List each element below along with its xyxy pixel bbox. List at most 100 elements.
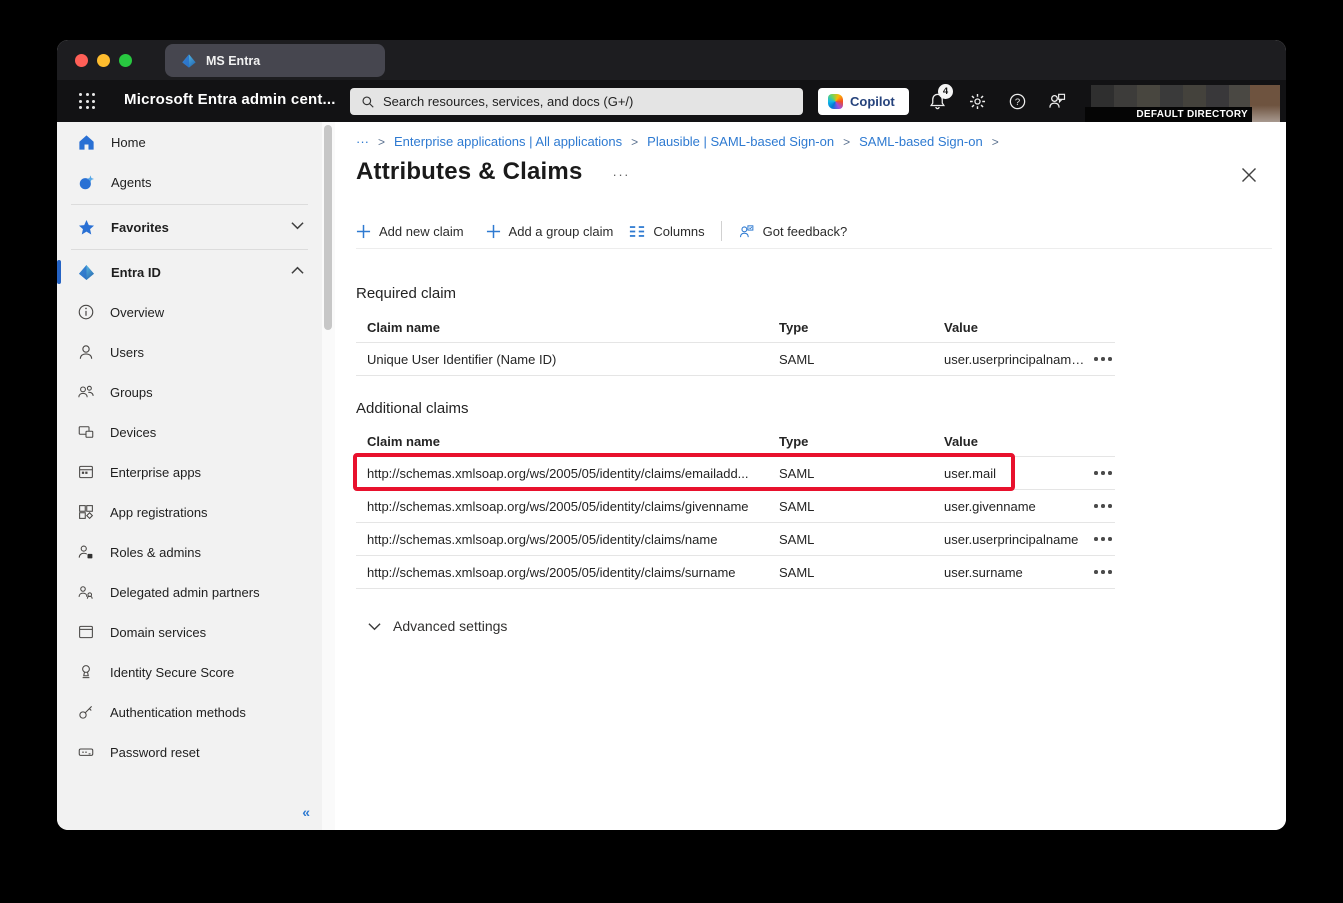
columns-button[interactable]: Columns	[629, 224, 704, 239]
advanced-settings-toggle[interactable]: Advanced settings	[368, 618, 507, 634]
feedback-person-icon	[738, 223, 755, 240]
gear-icon	[968, 92, 987, 111]
app-launcher-icon[interactable]	[79, 93, 96, 110]
help-icon: ?	[1008, 92, 1027, 111]
copilot-button[interactable]: Copilot	[818, 88, 909, 115]
table-row-emailaddress[interactable]: http://schemas.xmlsoap.org/ws/2005/05/id…	[356, 457, 1115, 490]
required-claim-table: Claim name Type Value Unique User Identi…	[356, 312, 1115, 376]
global-search-input[interactable]: Search resources, services, and docs (G+…	[350, 88, 803, 115]
copilot-logo-icon	[828, 94, 843, 109]
sidebar-item-favorites[interactable]: Favorites	[57, 207, 322, 247]
sidebar-item-enterprise-apps[interactable]: Enterprise apps	[57, 452, 322, 492]
secure-score-icon	[77, 663, 95, 681]
sidebar-divider	[71, 204, 308, 205]
got-feedback-button[interactable]: Got feedback?	[738, 223, 848, 240]
group-icon	[77, 383, 95, 401]
redacted-account-info	[1091, 85, 1252, 107]
chevron-down-icon	[291, 221, 304, 230]
delegated-admin-icon	[77, 583, 95, 601]
toolbar-divider	[721, 221, 722, 241]
col-claim-name: Claim name	[367, 320, 779, 335]
sidebar-nav: Home Agents Favorites	[57, 122, 322, 830]
sidebar-collapse-button[interactable]: «	[302, 804, 310, 820]
entra-header: Microsoft Entra admin cent... Search res…	[57, 80, 1286, 122]
app-registrations-icon	[77, 503, 95, 521]
required-claim-heading: Required claim	[356, 285, 456, 302]
close-pane-button[interactable]	[1240, 166, 1258, 184]
table-row-name[interactable]: http://schemas.xmlsoap.org/ws/2005/05/id…	[356, 523, 1115, 556]
breadcrumb: ··· > Enterprise applications | All appl…	[356, 134, 999, 149]
table-row-givenname[interactable]: http://schemas.xmlsoap.org/ws/2005/05/id…	[356, 490, 1115, 523]
table-header-row: Claim name Type Value	[356, 426, 1115, 457]
breadcrumb-saml-sign-on[interactable]: SAML-based Sign-on	[859, 134, 983, 149]
claims-toolbar: Add new claim Add a group claim	[356, 221, 847, 241]
roles-admins-icon	[77, 543, 95, 561]
sidebar-item-devices[interactable]: Devices	[57, 412, 322, 452]
copilot-label: Copilot	[850, 94, 895, 109]
enterprise-apps-icon	[77, 463, 95, 481]
columns-icon	[629, 225, 645, 238]
directory-label-bar: DEFAULT DIRECTORY	[1085, 107, 1252, 122]
zoom-window-button[interactable]	[119, 54, 132, 67]
devices-icon	[77, 423, 95, 441]
sidebar-item-app-registrations[interactable]: App registrations	[57, 492, 322, 532]
help-button[interactable]: ?	[1005, 89, 1029, 113]
breadcrumb-enterprise-applications[interactable]: Enterprise applications | All applicatio…	[394, 134, 622, 149]
sidebar-item-groups[interactable]: Groups	[57, 372, 322, 412]
directory-label: DEFAULT DIRECTORY	[1136, 109, 1248, 120]
row-menu-button[interactable]	[1094, 570, 1118, 574]
entra-id-icon	[77, 263, 96, 282]
sidebar-item-roles-admins[interactable]: Roles & admins	[57, 532, 322, 572]
star-icon	[77, 218, 96, 237]
sidebar-item-password-reset[interactable]: Password reset	[57, 732, 322, 772]
row-menu-button[interactable]	[1094, 504, 1118, 508]
sidebar-divider	[71, 249, 308, 250]
sidebar-scrollbar[interactable]	[322, 122, 335, 830]
notifications-button[interactable]: 4	[925, 89, 949, 113]
main-content: ··· > Enterprise applications | All appl…	[335, 122, 1286, 830]
minimize-window-button[interactable]	[97, 54, 110, 67]
svg-text:?: ?	[1014, 97, 1019, 108]
sidebar-item-home[interactable]: Home	[57, 122, 322, 162]
chevron-up-icon	[291, 266, 304, 275]
scrollbar-thumb[interactable]	[324, 125, 332, 330]
page-title: Attributes & Claims	[356, 158, 583, 186]
search-icon	[361, 95, 375, 109]
additional-claims-heading: Additional claims	[356, 400, 469, 417]
info-circle-icon	[77, 303, 95, 321]
key-icon	[77, 703, 95, 721]
table-row[interactable]: Unique User Identifier (Name ID) SAML us…	[356, 343, 1115, 376]
tab-title: MS Entra	[206, 54, 260, 68]
row-menu-button[interactable]	[1094, 471, 1118, 475]
breadcrumb-ellipsis[interactable]: ···	[356, 134, 369, 149]
sidebar-item-overview[interactable]: Overview	[57, 292, 322, 332]
page-title-more-button[interactable]: ···	[613, 167, 631, 182]
sidebar-item-entra-id[interactable]: Entra ID	[57, 252, 322, 292]
feedback-button[interactable]	[1045, 89, 1069, 113]
sidebar-item-authentication-methods[interactable]: Authentication methods	[57, 692, 322, 732]
breadcrumb-separator: >	[992, 135, 999, 149]
table-header-row: Claim name Type Value	[356, 312, 1115, 343]
sidebar-item-users[interactable]: Users	[57, 332, 322, 372]
add-new-claim-button[interactable]: Add new claim	[356, 224, 464, 239]
row-menu-button[interactable]	[1094, 537, 1118, 541]
agents-icon	[77, 173, 96, 192]
sidebar-item-domain-services[interactable]: Domain services	[57, 612, 322, 652]
sidebar-item-agents[interactable]: Agents	[57, 162, 322, 202]
breadcrumb-plausible[interactable]: Plausible | SAML-based Sign-on	[647, 134, 834, 149]
col-type: Type	[779, 320, 944, 335]
browser-tab[interactable]: MS Entra	[165, 44, 385, 77]
sidebar-item-delegated-admin-partners[interactable]: Delegated admin partners	[57, 572, 322, 612]
row-menu-button[interactable]	[1094, 357, 1118, 361]
plus-icon	[356, 224, 371, 239]
sidebar-item-identity-secure-score[interactable]: Identity Secure Score	[57, 652, 322, 692]
settings-button[interactable]	[965, 89, 989, 113]
avatar[interactable]	[1250, 85, 1280, 122]
active-indicator	[57, 260, 61, 284]
col-type: Type	[779, 434, 944, 449]
table-row-surname[interactable]: http://schemas.xmlsoap.org/ws/2005/05/id…	[356, 556, 1115, 589]
add-group-claim-button[interactable]: Add a group claim	[486, 224, 614, 239]
close-window-button[interactable]	[75, 54, 88, 67]
chevron-down-icon	[368, 622, 381, 631]
feedback-person-icon	[1047, 91, 1067, 111]
